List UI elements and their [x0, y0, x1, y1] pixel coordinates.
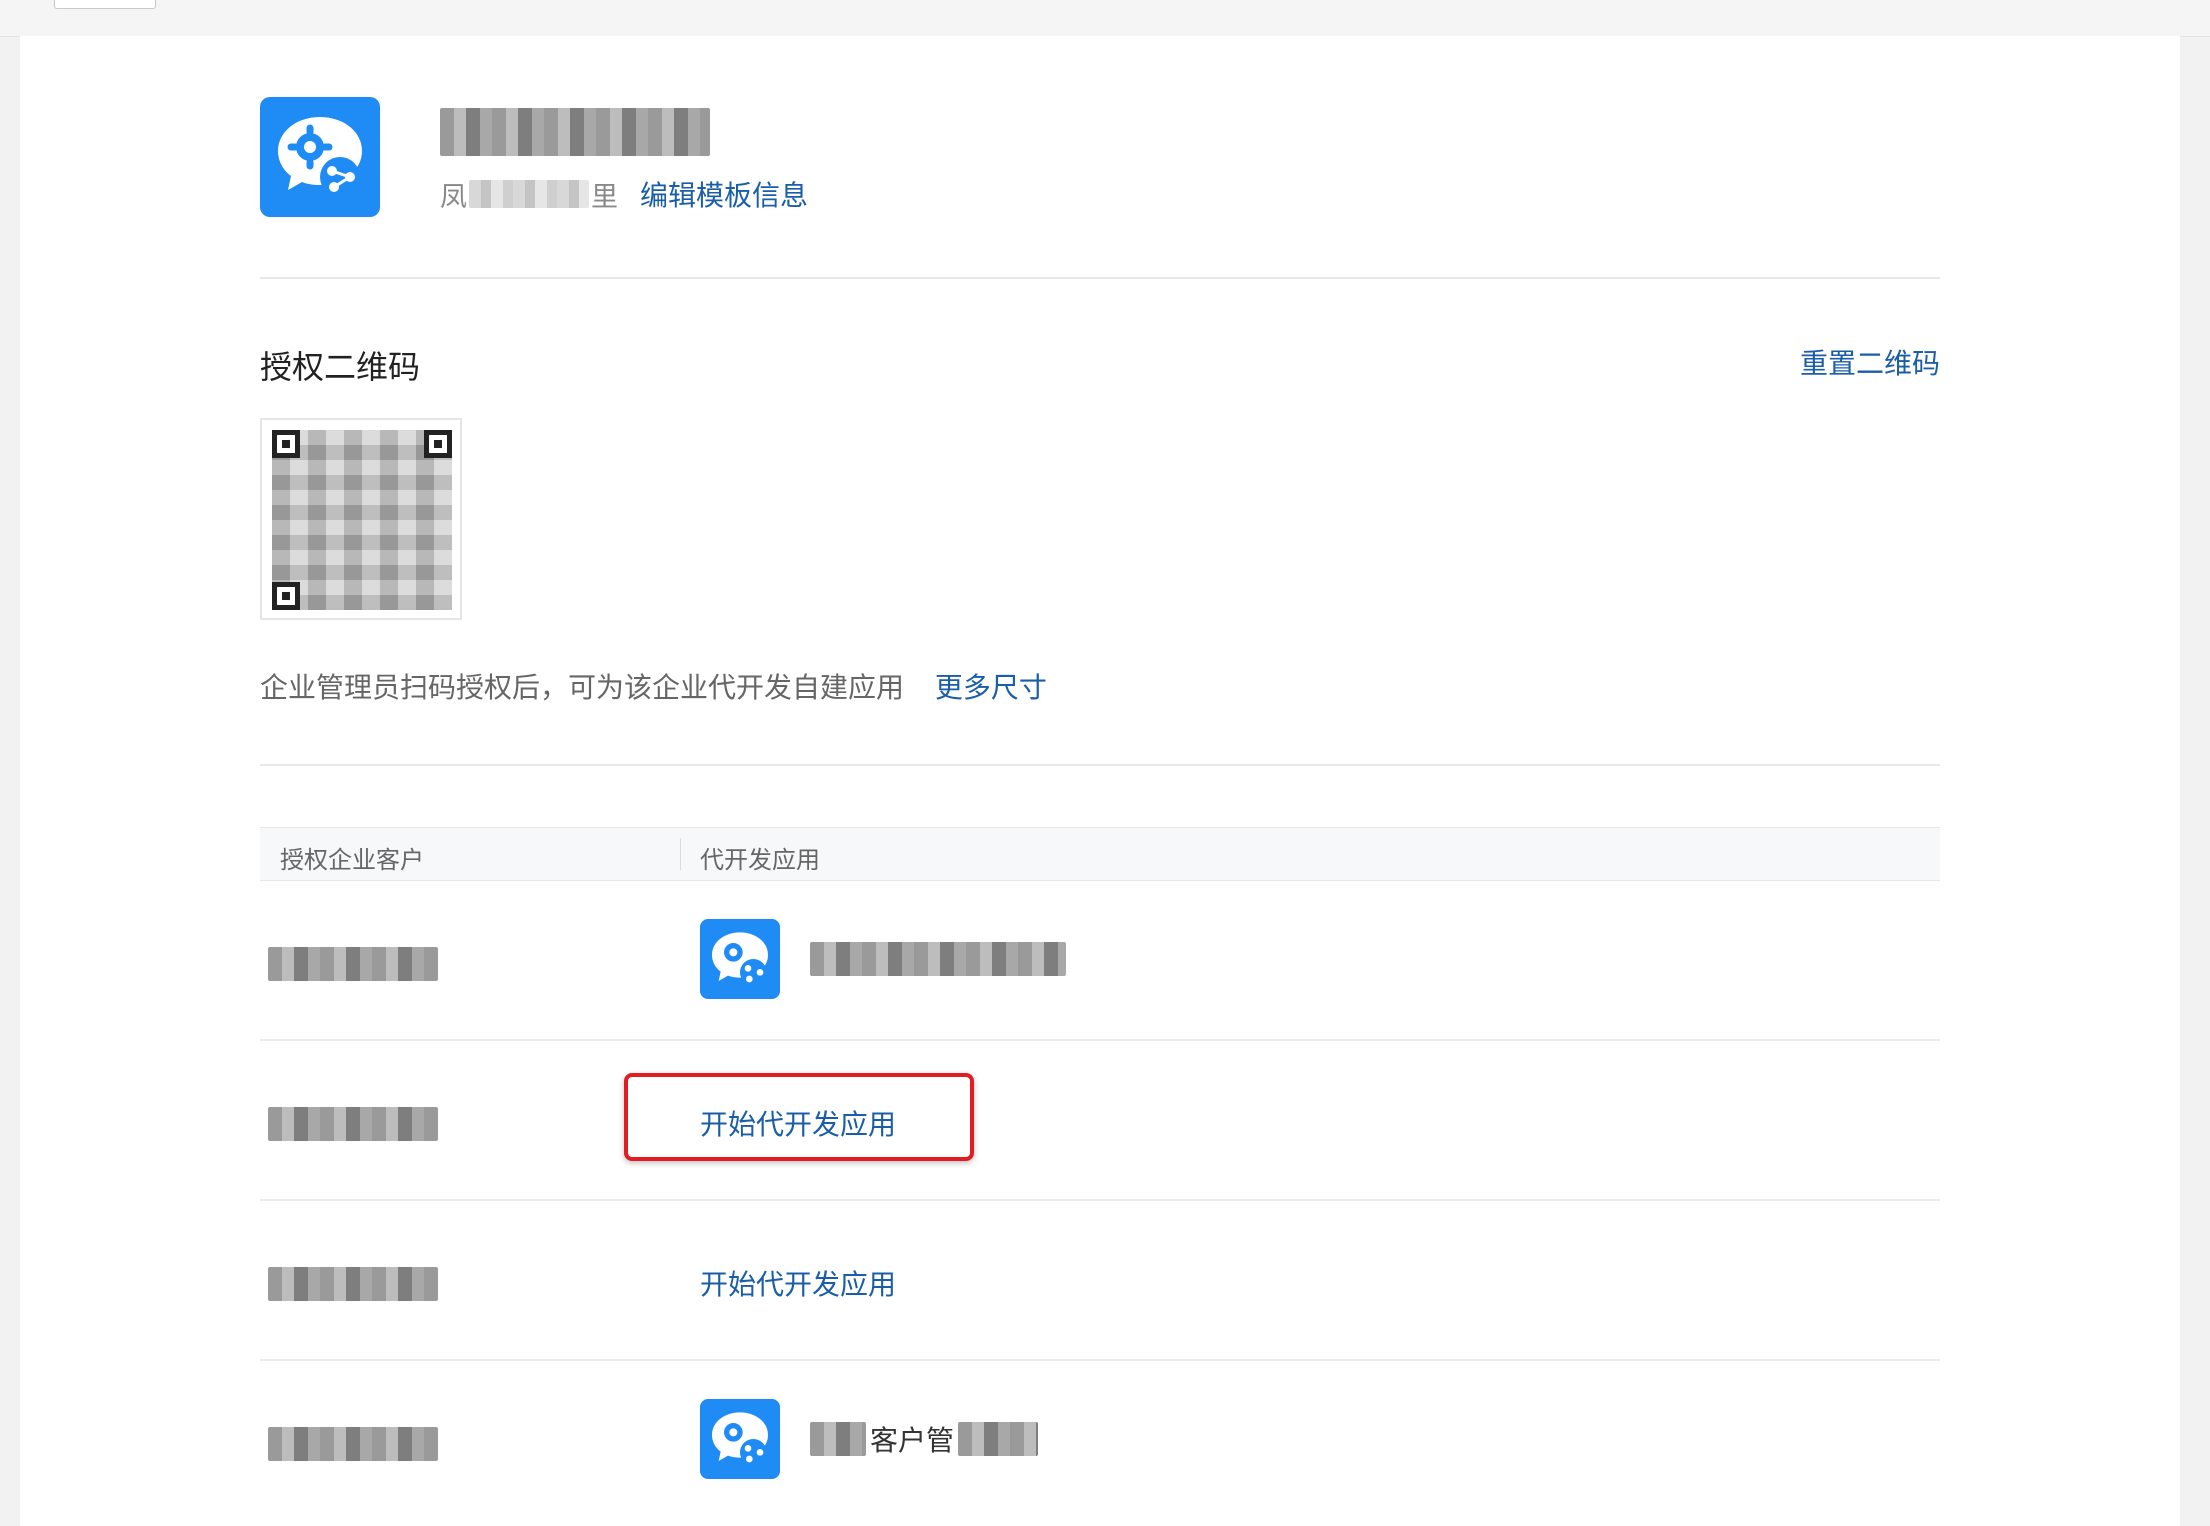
- qr-description-text: 企业管理员扫码授权后，可为该企业代开发自建应用: [260, 671, 905, 704]
- dev-app-entry[interactable]: 客户管: [700, 1399, 1039, 1479]
- start-dev-app-link[interactable]: 开始代开发应用: [700, 1103, 896, 1143]
- table-row: 开始代开发应用: [260, 1041, 1940, 1201]
- qr-finder-pattern: [424, 430, 452, 458]
- content-area: 凤 里 编辑模板信息 授权二维码 重置二维码 企业管理员扫码授权后，可为该企业代…: [260, 36, 1940, 1526]
- top-bar: [0, 0, 2210, 37]
- reset-qr-link[interactable]: 重置二维码: [1800, 342, 1940, 382]
- customer-name-redacted: [268, 947, 438, 981]
- app-name-redacted: [440, 108, 710, 160]
- dev-app-entry[interactable]: [700, 919, 1066, 999]
- table-header: 授权企业客户 代开发应用: [260, 827, 1940, 881]
- app-subtitle: 凤 里 编辑模板信息: [440, 174, 808, 214]
- qr-description: 企业管理员扫码授权后，可为该企业代开发自建应用 更多尺寸: [260, 666, 1047, 706]
- customer-name-redacted: [268, 1267, 438, 1301]
- subtitle-suffix: 里: [591, 181, 618, 213]
- qr-finder-pattern: [272, 582, 300, 610]
- column-header-dev-app: 代开发应用: [700, 846, 820, 874]
- customer-name-redacted: [268, 1427, 438, 1461]
- app-icon: [260, 97, 380, 217]
- chat-gear-icon: [712, 932, 768, 986]
- redacted-text: [440, 108, 710, 156]
- qr-section-title: 授权二维码: [260, 348, 421, 386]
- dev-app-name-fragment: 客户管: [870, 1424, 955, 1457]
- redacted-text: [469, 180, 589, 208]
- back-button[interactable]: [54, 0, 156, 9]
- table-row: 客户管: [260, 1361, 1940, 1521]
- redacted-text: [958, 1422, 1039, 1456]
- column-header-customer: 授权企业客户: [280, 846, 424, 874]
- divider: [260, 764, 1940, 766]
- template-detail-card: 凤 里 编辑模板信息 授权二维码 重置二维码 企业管理员扫码授权后，可为该企业代…: [20, 36, 2180, 1526]
- column-divider: [680, 838, 681, 870]
- more-sizes-link[interactable]: 更多尺寸: [935, 671, 1047, 704]
- dev-app-name: 客户管: [810, 1419, 1039, 1459]
- edit-template-link[interactable]: 编辑模板信息: [640, 174, 808, 214]
- dev-app-name-redacted: [810, 942, 1066, 976]
- qr-code-image: [272, 430, 452, 610]
- qr-finder-pattern: [272, 430, 300, 458]
- subtitle-prefix: 凤: [440, 181, 467, 213]
- redacted-text: [810, 1422, 866, 1456]
- chat-gear-icon: [712, 1412, 768, 1466]
- chat-gear-icon: [278, 117, 362, 197]
- table-row: 开始代开发应用: [260, 1201, 1940, 1361]
- app-icon: [700, 919, 780, 999]
- divider: [260, 277, 1940, 279]
- start-dev-app-link[interactable]: 开始代开发应用: [700, 1263, 896, 1303]
- app-icon: [700, 1399, 780, 1479]
- customer-name-redacted: [268, 1107, 438, 1141]
- table-row: [260, 881, 1940, 1041]
- qr-code: [260, 418, 462, 620]
